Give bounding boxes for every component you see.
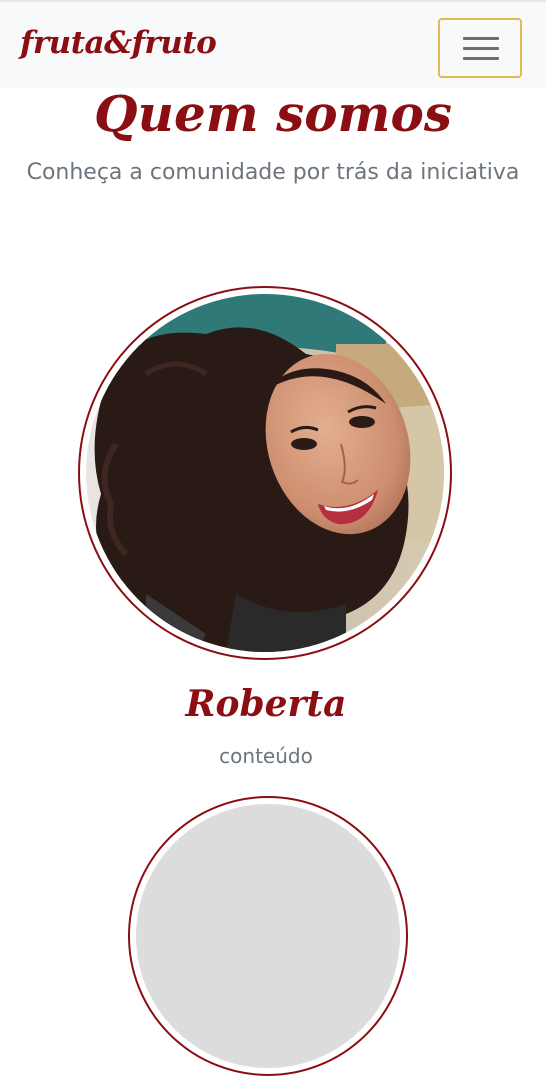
page-subtitle: Conheça a comunidade por trás da iniciat… <box>26 160 520 185</box>
page-title: Quem somos <box>94 84 452 143</box>
member-role: conteúdo <box>219 744 313 768</box>
hamburger-menu-icon <box>463 37 499 40</box>
member-name: Roberta <box>185 683 347 725</box>
brand-logo[interactable]: fruta&fruto <box>20 28 217 59</box>
navbar-toggle-button[interactable] <box>438 18 522 78</box>
hamburger-menu-icon-bar <box>463 57 499 60</box>
hamburger-menu-icon-bar <box>463 47 499 50</box>
navbar: fruta&fruto <box>0 0 546 88</box>
member-photo <box>86 294 444 652</box>
member-avatar <box>86 294 444 652</box>
next-member-avatar <box>136 804 400 1068</box>
